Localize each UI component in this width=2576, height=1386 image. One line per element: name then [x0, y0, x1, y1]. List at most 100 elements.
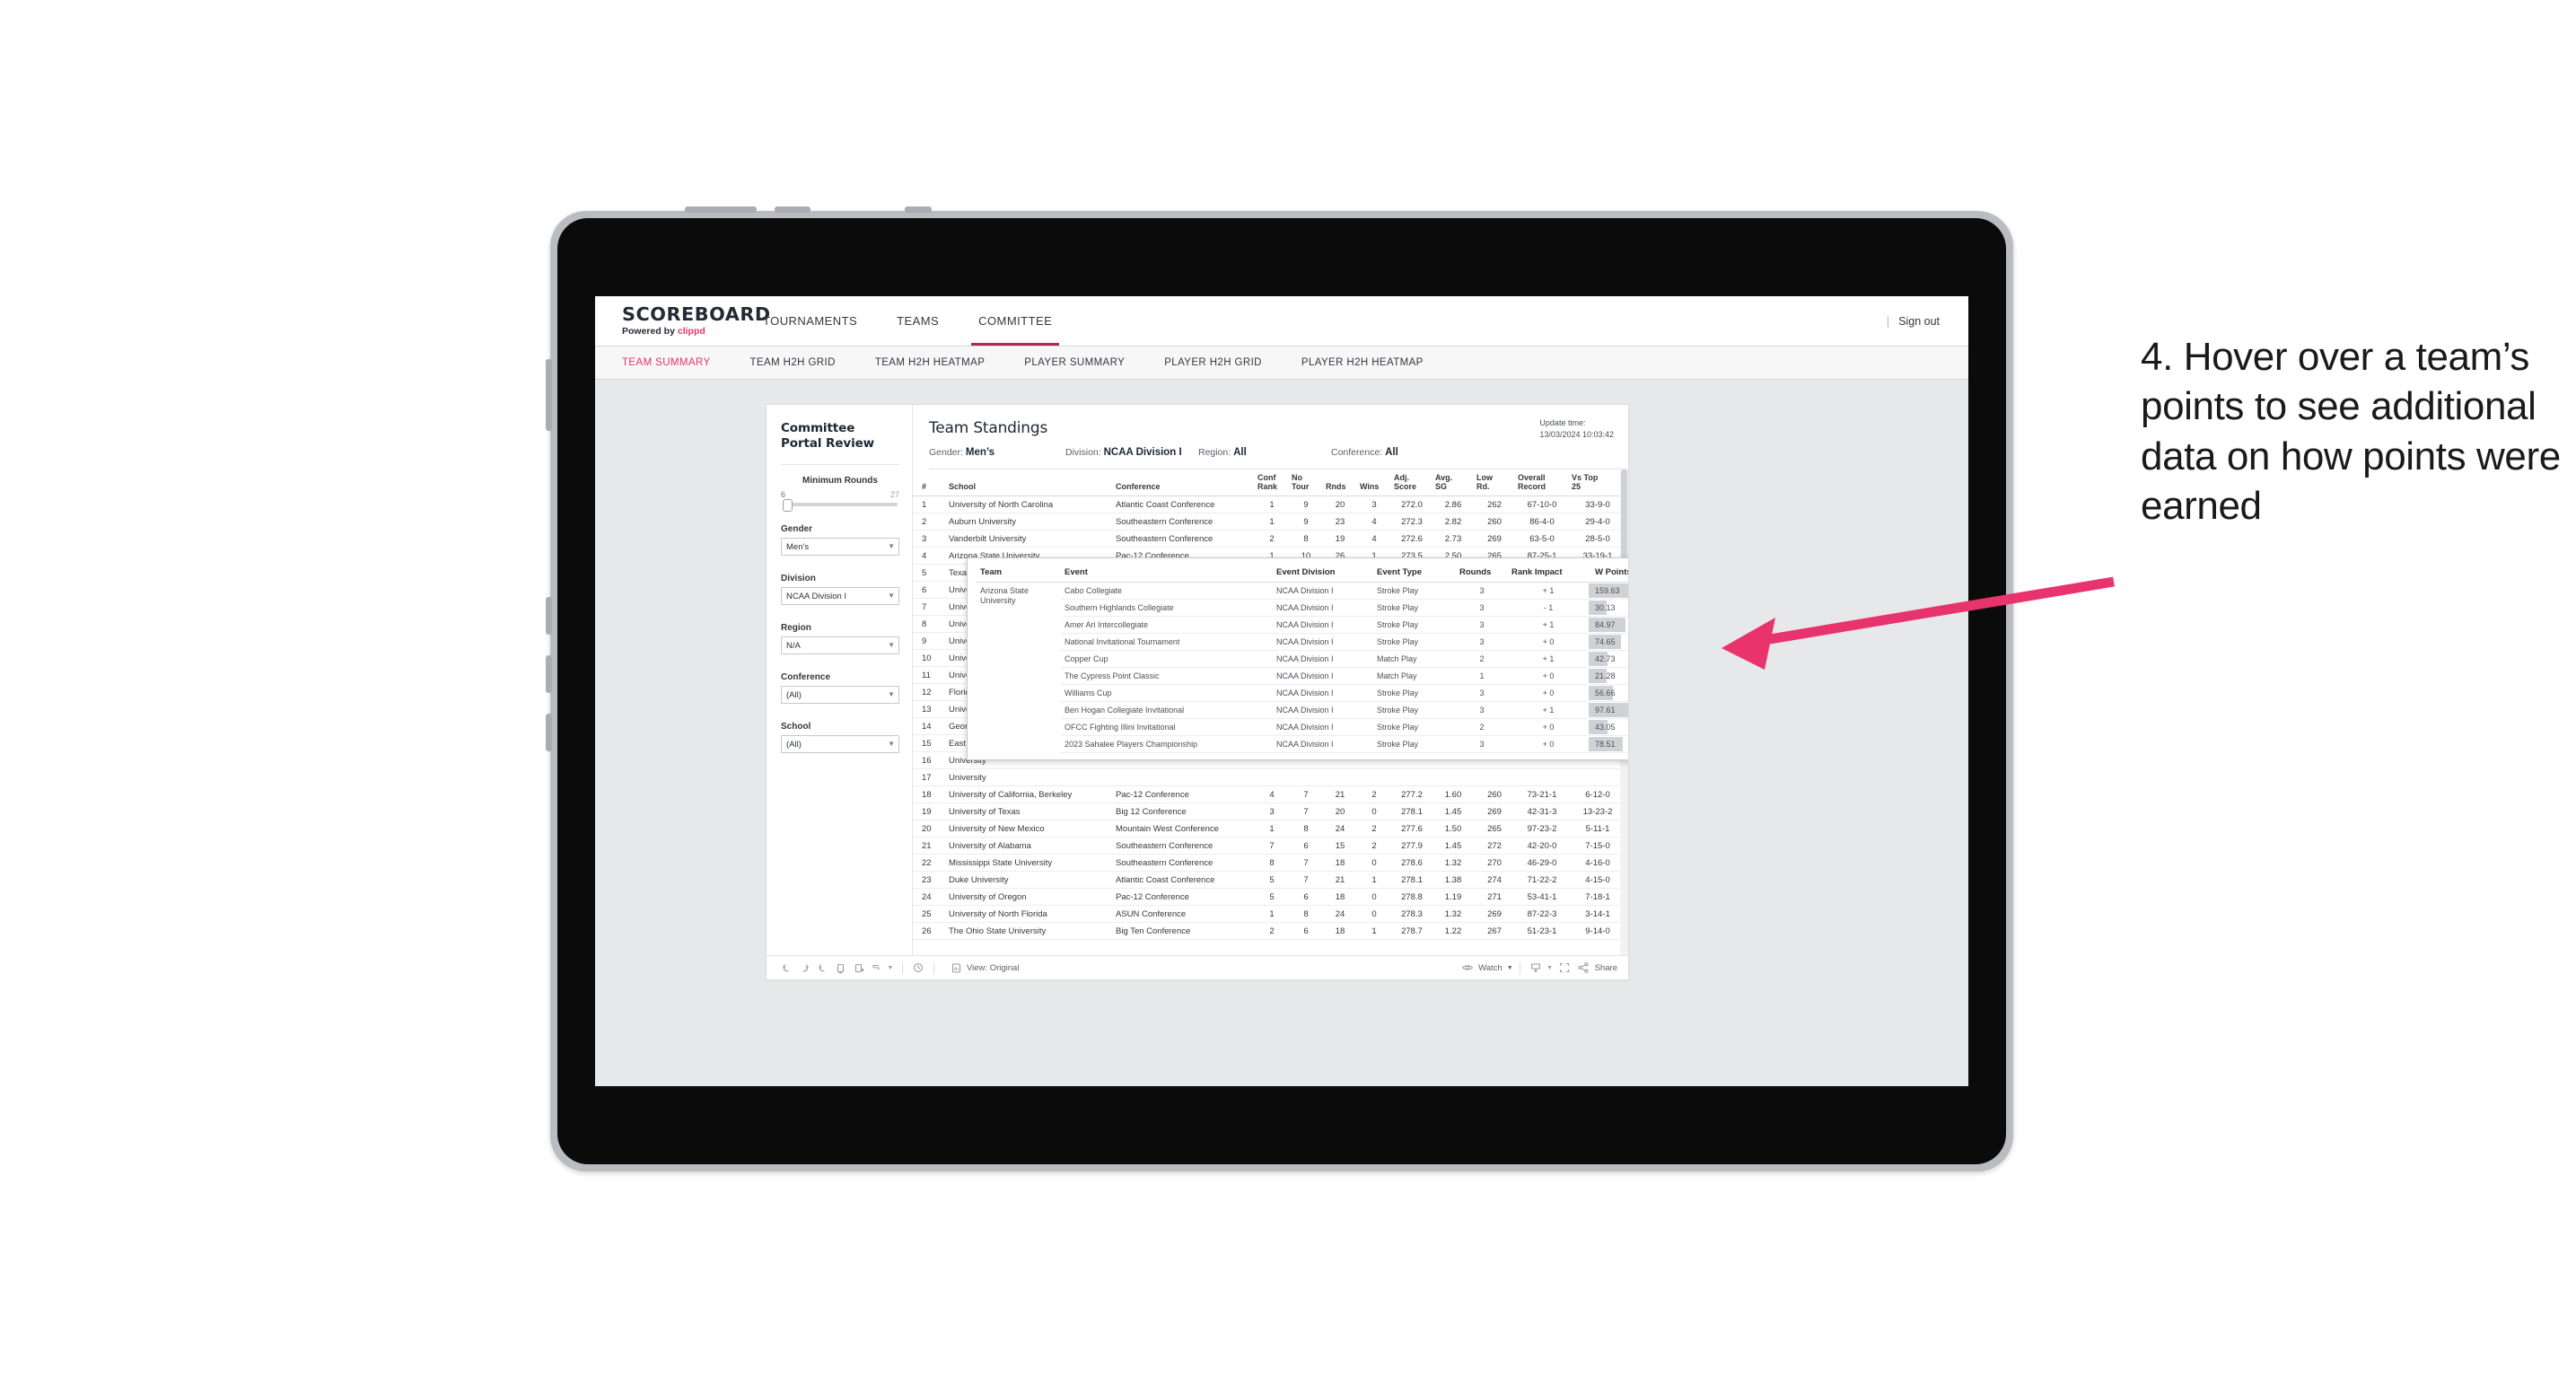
- conference-select[interactable]: (All) ▼: [781, 686, 899, 704]
- cell-conf-rank: [1255, 768, 1289, 786]
- region-select[interactable]: N/A ▼: [781, 636, 899, 654]
- cell-conference: Southeastern Conference: [1113, 530, 1255, 548]
- standings-header: Team Standings Update time: 13/03/2024 1…: [913, 405, 1628, 469]
- col-no-tour-l1: No: [1292, 473, 1302, 482]
- school-filter: School (All) ▼: [781, 722, 899, 753]
- table-row[interactable]: 19 University of Texas Big 12 Conference 3 7…: [913, 803, 1628, 820]
- table-row[interactable]: 23 Duke University Atlantic Coast Conferen…: [913, 871, 1628, 889]
- table-row[interactable]: 17 University: [913, 768, 1628, 786]
- table-row[interactable]: 2 Auburn University Southeastern Conferenc…: [913, 513, 1628, 531]
- cell-low-rd: 271: [1474, 888, 1515, 906]
- tooltip-cell-rank-impact: + 1: [1508, 701, 1589, 719]
- region-filter: Region N/A ▼: [781, 623, 899, 654]
- cell-rank: 12: [913, 683, 946, 701]
- redo-icon[interactable]: [795, 960, 813, 976]
- minimum-rounds-slider-handle[interactable]: [783, 499, 793, 512]
- header-divider: |: [1886, 314, 1890, 328]
- col-school-l1: School: [949, 482, 977, 491]
- tooltip-cell-rounds: 3: [1456, 599, 1508, 617]
- download-icon[interactable]: [1527, 960, 1545, 976]
- table-row[interactable]: 21 University of Alabama Southeastern Conf…: [913, 837, 1628, 855]
- table-row[interactable]: 25 University of North Florida ASUN Confer…: [913, 905, 1628, 923]
- cell-wins: 2: [1357, 837, 1391, 855]
- share-label: Share: [1594, 962, 1617, 973]
- swap-icon[interactable]: [867, 960, 885, 976]
- fullscreen-icon[interactable]: [1555, 960, 1573, 976]
- view-original-button[interactable]: View: Original: [950, 960, 1019, 976]
- share-button[interactable]: Share: [1577, 960, 1617, 976]
- col-wins[interactable]: Wins: [1357, 469, 1391, 496]
- subnav-item-team-h2h-heatmap[interactable]: TEAM H2H HEATMAP: [875, 357, 1004, 368]
- cell-conf-rank: 5: [1255, 888, 1289, 906]
- division-select[interactable]: NCAA Division I ▼: [781, 587, 899, 605]
- download-caret-icon[interactable]: ▼: [1545, 960, 1555, 976]
- refresh-icon[interactable]: [831, 960, 849, 976]
- cell-wins: 0: [1357, 905, 1391, 923]
- cell-rank: 14: [913, 717, 946, 735]
- table-row[interactable]: 18 University of California, Berkeley Pac-…: [913, 785, 1628, 803]
- subnav-item-player-h2h-heatmap[interactable]: PLAYER H2H HEATMAP: [1301, 357, 1443, 368]
- tooltip-cell-type: Stroke Play: [1373, 684, 1456, 702]
- cell-conf-rank: 4: [1255, 785, 1289, 803]
- col-low-rd[interactable]: Low Rd.: [1474, 469, 1515, 496]
- cell-overall-record: 63-5-0: [1515, 530, 1569, 548]
- table-row[interactable]: 26 The Ohio State University Big Ten Confe…: [913, 922, 1628, 940]
- active-filters-summary: Gender: Men’s Division: NCAA Division I …: [929, 447, 1628, 458]
- cell-low-rd: 274: [1474, 871, 1515, 889]
- minimum-rounds-slider[interactable]: [783, 499, 898, 512]
- tooltip-header-row: Team Event Event Division Event Type Rou…: [977, 566, 1628, 583]
- standings-header-row: # School Conference Conf Rank No Tour Rnds…: [913, 469, 1628, 496]
- table-row[interactable]: 24 University of Oregon Pac-12 Conference 5…: [913, 888, 1628, 906]
- col-no-tour[interactable]: No Tour: [1289, 469, 1323, 496]
- tooltip-cell-team: Arizona State University: [980, 585, 1030, 605]
- col-avg-sg[interactable]: Avg. SG: [1433, 469, 1474, 496]
- pause-icon[interactable]: [849, 960, 867, 976]
- cell-avg-sg: 1.19: [1433, 888, 1474, 906]
- cell-rank: 5: [913, 564, 946, 582]
- table-row[interactable]: 20 University of New Mexico Mountain West …: [913, 820, 1628, 838]
- gender-select[interactable]: Men’s ▼: [781, 538, 899, 556]
- cell-conf-rank: 1: [1255, 513, 1289, 531]
- col-school[interactable]: School: [946, 469, 1113, 496]
- history-icon[interactable]: [909, 960, 927, 976]
- subnav-item-player-h2h-grid[interactable]: PLAYER H2H GRID: [1164, 357, 1282, 368]
- col-adj-score[interactable]: Adj. Score: [1391, 469, 1433, 496]
- cell-low-rd: 260: [1474, 513, 1515, 531]
- col-vs-top-25[interactable]: Vs Top 25: [1569, 469, 1626, 496]
- watch-button[interactable]: Watch ▼: [1460, 960, 1513, 976]
- table-row[interactable]: 22 Mississippi State University Southeaste…: [913, 854, 1628, 872]
- sign-out-link[interactable]: Sign out: [1898, 315, 1940, 328]
- cell-vs-top-25: 5-11-1: [1569, 820, 1626, 838]
- col-adj-score-l1: Adj.: [1394, 473, 1409, 482]
- nav-item-committee[interactable]: COMMITTEE: [959, 296, 1072, 346]
- col-conf-rank[interactable]: Conf Rank: [1255, 469, 1289, 496]
- subnav-item-player-summary[interactable]: PLAYER SUMMARY: [1024, 357, 1144, 368]
- cell-school: University of Oregon: [946, 888, 1113, 906]
- table-row[interactable]: 1 University of North Carolina Atlantic Co…: [913, 496, 1628, 513]
- tooltip-cell-division: NCAA Division I: [1273, 633, 1373, 651]
- swap-dropdown-caret-icon[interactable]: ▼: [885, 960, 896, 976]
- undo-icon[interactable]: [777, 960, 795, 976]
- tooltip-cell-division: NCAA Division I: [1273, 701, 1373, 719]
- col-overall-record[interactable]: Overall Record: [1515, 469, 1569, 496]
- school-select[interactable]: (All) ▼: [781, 735, 899, 753]
- w-points-value: 43.05: [1595, 722, 1616, 732]
- tooltip-cell-w-points: 78.51: [1589, 735, 1628, 753]
- cell-conference: Southeastern Conference: [1113, 854, 1255, 872]
- col-conference[interactable]: Conference: [1113, 469, 1255, 496]
- brand-logo[interactable]: SCOREBOARD Powered by clippd: [595, 304, 770, 338]
- cell-no-tour: 8: [1289, 905, 1323, 923]
- table-row[interactable]: 3 Vanderbilt University Southeastern Confe…: [913, 530, 1628, 548]
- cell-vs-top-25: 6-12-0: [1569, 785, 1626, 803]
- subnav-item-team-summary[interactable]: TEAM SUMMARY: [622, 357, 731, 368]
- nav-item-teams[interactable]: TEAMS: [877, 296, 959, 346]
- cell-conference: Atlantic Coast Conference: [1113, 871, 1255, 889]
- subnav-item-team-h2h-grid[interactable]: TEAM H2H GRID: [750, 357, 855, 368]
- tooltip-cell-event: Amer Ari Intercollegiate: [1061, 616, 1273, 634]
- col-rank[interactable]: #: [913, 469, 946, 496]
- cell-rnds: 18: [1323, 854, 1357, 872]
- revert-icon[interactable]: [813, 960, 831, 976]
- col-rnds[interactable]: Rnds: [1323, 469, 1357, 496]
- nav-item-tournaments[interactable]: TOURNAMENTS: [743, 296, 877, 346]
- app-header-right: | Sign out: [1887, 314, 1968, 328]
